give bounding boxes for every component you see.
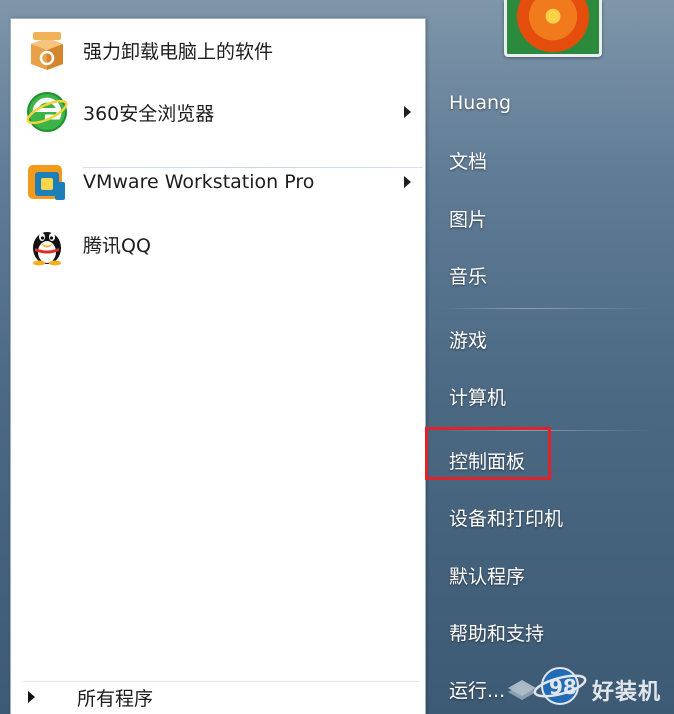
all-programs-button[interactable]: 所有程序 <box>12 680 408 714</box>
control-panel-highlight <box>425 427 551 480</box>
program-label: 强力卸载电脑上的软件 <box>83 40 274 63</box>
program-item-vmware[interactable]: VMware Workstation Pro <box>23 155 413 209</box>
submenu-arrow-icon[interactable] <box>404 176 411 188</box>
program-item-360-browser[interactable]: 360安全浏览器 <box>23 85 413 139</box>
watermark-globe-icon: 98 <box>508 667 587 705</box>
vmware-icon <box>28 165 65 200</box>
submenu-arrow-icon[interactable] <box>404 106 411 118</box>
places-divider <box>440 308 654 309</box>
program-item-uninstaller[interactable]: 强力卸载电脑上的软件 <box>23 23 413 77</box>
place-default-programs[interactable]: 默认程序 <box>449 555 649 595</box>
all-programs-label: 所有程序 <box>77 687 154 710</box>
place-devices-printers[interactable]: 设备和打印机 <box>449 497 649 537</box>
program-item-qq[interactable]: 腾讯QQ <box>23 217 413 271</box>
user-avatar[interactable] <box>504 0 602 57</box>
360-browser-icon <box>26 92 68 132</box>
program-label: VMware Workstation Pro <box>83 171 315 193</box>
program-label: 腾讯QQ <box>83 234 151 257</box>
place-user-folder[interactable]: Huang <box>449 83 649 123</box>
watermark-logo: 98 好装机 <box>504 664 674 708</box>
place-pictures[interactable]: 图片 <box>449 198 649 238</box>
place-help-support[interactable]: 帮助和支持 <box>449 612 649 652</box>
watermark-number: 98 <box>549 675 577 699</box>
place-computer[interactable]: 计算机 <box>449 376 649 416</box>
place-documents[interactable]: 文档 <box>449 140 649 180</box>
uninstaller-box-icon <box>31 32 63 70</box>
qq-penguin-icon <box>33 232 61 266</box>
place-games[interactable]: 游戏 <box>449 319 649 359</box>
place-music[interactable]: 音乐 <box>449 255 649 295</box>
start-menu-programs-pane: 强力卸载电脑上的软件 360安全浏览器 VMware Workstation P… <box>10 18 426 714</box>
expand-arrow-icon <box>28 691 35 703</box>
program-label: 360安全浏览器 <box>83 102 215 125</box>
watermark-text: 好装机 <box>592 680 662 705</box>
